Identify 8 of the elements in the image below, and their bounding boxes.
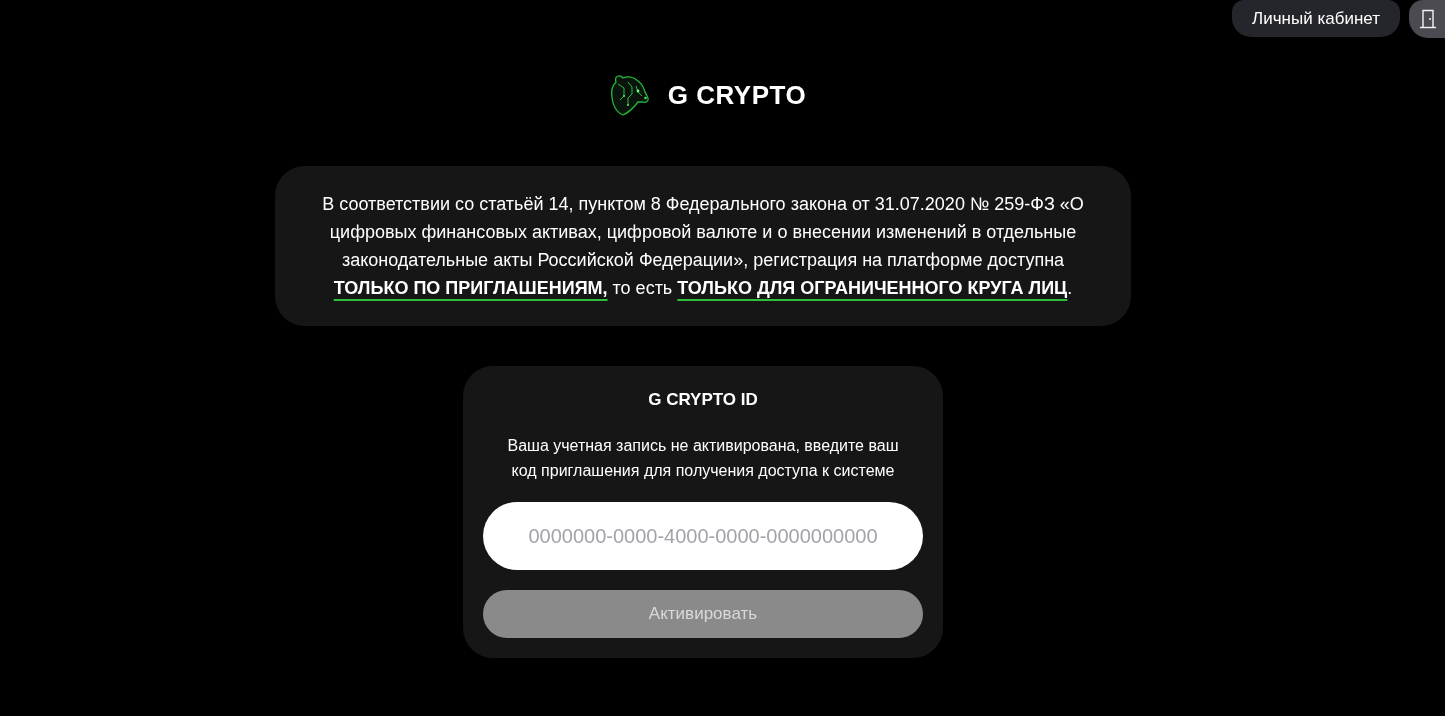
account-button[interactable]: Личный кабинет xyxy=(1232,0,1400,37)
invite-code-field[interactable]: 0000000-0000-4000-0000-0000000000 xyxy=(483,502,923,570)
activation-title: G CRYPTO ID xyxy=(648,389,758,411)
activation-message: Ваша учетная запись не активирована, введите ваш код приглашения для получения доступа к системе xyxy=(506,436,900,481)
door-icon xyxy=(1419,9,1437,29)
brand-name: G CRYPTO xyxy=(667,79,807,111)
notice-text: В соответствии со статьёй 14, пунктом 8 Федерального закона от 31.07.2020 № 259-ФЗ «О цифровых финансовых активах, цифровой валюте и о внесении изменений в отдельные законодательные акты Российской Федерации», регистрация на платформе доступна ТОЛЬКО ПО ПРИГЛАШЕНИЯМ, то есть ТОЛЬКО ДЛЯ ОГРАНИЧЕННОГО КРУГА ЛИЦ. xyxy=(321,193,1085,300)
logout-button[interactable] xyxy=(1409,0,1445,38)
